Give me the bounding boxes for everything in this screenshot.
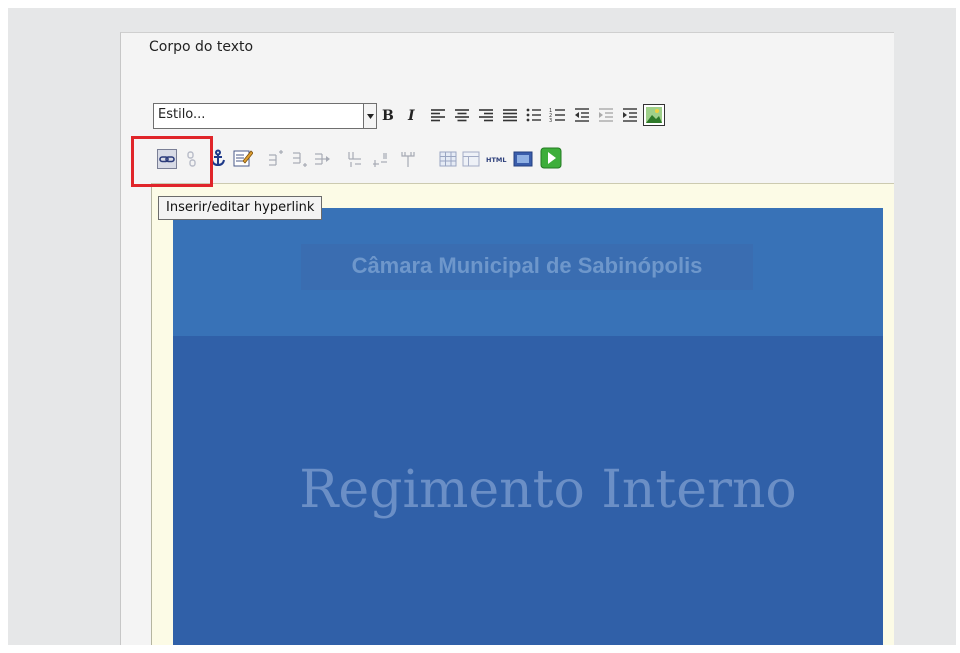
bold-icon[interactable]: B xyxy=(378,106,396,124)
outdent-icon[interactable] xyxy=(573,106,591,124)
document-heading: Regimento Interno xyxy=(299,460,797,520)
svg-text:B: B xyxy=(382,108,394,124)
html-icon[interactable]: HTML xyxy=(485,150,509,168)
delete-col-icon[interactable] xyxy=(399,150,417,168)
section-label: Corpo do texto xyxy=(149,39,254,55)
link-button-highlight xyxy=(131,136,213,187)
svg-text:3: 3 xyxy=(549,118,552,124)
media-icon[interactable] xyxy=(513,149,533,169)
row-before-icon[interactable] xyxy=(267,150,285,168)
document-header: Câmara Municipal de Sabinópolis xyxy=(173,208,883,336)
document-title: Câmara Municipal de Sabinópolis xyxy=(351,253,703,278)
col-after-icon[interactable] xyxy=(371,150,389,168)
delete-row-icon[interactable] xyxy=(313,150,331,168)
col-before-icon[interactable] xyxy=(345,150,363,168)
image-icon[interactable] xyxy=(643,104,665,126)
row-after-icon[interactable] xyxy=(291,150,309,168)
screenshot-frame: Corpo do texto Estilo... B I 1 2 3 HTML … xyxy=(8,8,956,645)
italic-icon[interactable]: I xyxy=(404,106,422,124)
link-tooltip: Inserir/editar hyperlink xyxy=(158,196,323,220)
style-select-value: Estilo... xyxy=(158,107,206,122)
align-left-icon[interactable] xyxy=(429,106,447,124)
edit-icon[interactable] xyxy=(233,148,253,168)
numbered-list-icon[interactable]: 123 xyxy=(549,106,567,124)
align-justify-icon[interactable] xyxy=(501,106,519,124)
svg-text:I: I xyxy=(407,108,415,124)
blockquote-icon[interactable] xyxy=(621,106,639,124)
table-props-icon[interactable] xyxy=(462,150,480,168)
table-icon[interactable] xyxy=(439,150,457,168)
chevron-down-icon[interactable] xyxy=(363,103,377,129)
play-icon[interactable] xyxy=(540,147,562,169)
style-select[interactable]: Estilo... xyxy=(153,103,377,129)
document-title-box: Câmara Municipal de Sabinópolis xyxy=(301,244,753,290)
editor-panel: Corpo do texto Estilo... B I 1 2 3 HTML … xyxy=(120,32,894,645)
indent-icon[interactable] xyxy=(597,106,615,124)
svg-text:HTML: HTML xyxy=(486,156,506,164)
align-center-icon[interactable] xyxy=(453,106,471,124)
align-right-icon[interactable] xyxy=(477,106,495,124)
document-content[interactable]: Câmara Municipal de Sabinópolis Regiment… xyxy=(173,208,883,645)
bullet-list-icon[interactable] xyxy=(525,106,543,124)
